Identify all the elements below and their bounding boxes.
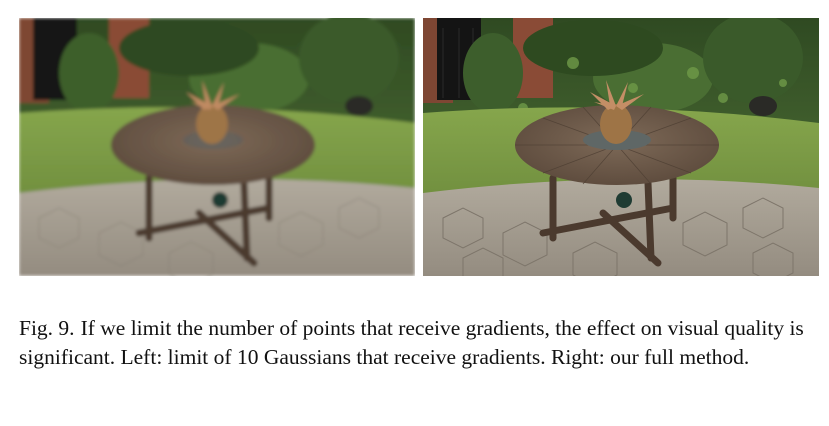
figure-label: Fig. 9. <box>19 316 75 340</box>
right-panel-image <box>423 18 819 276</box>
figure-caption: Fig. 9. If we limit the number of points … <box>19 314 819 372</box>
caption-text: If we limit the number of points that re… <box>19 316 804 369</box>
figure-9 <box>19 18 819 276</box>
garden-scene-limited <box>19 18 415 276</box>
left-panel-image <box>19 18 415 276</box>
garden-scene-full <box>423 18 819 276</box>
